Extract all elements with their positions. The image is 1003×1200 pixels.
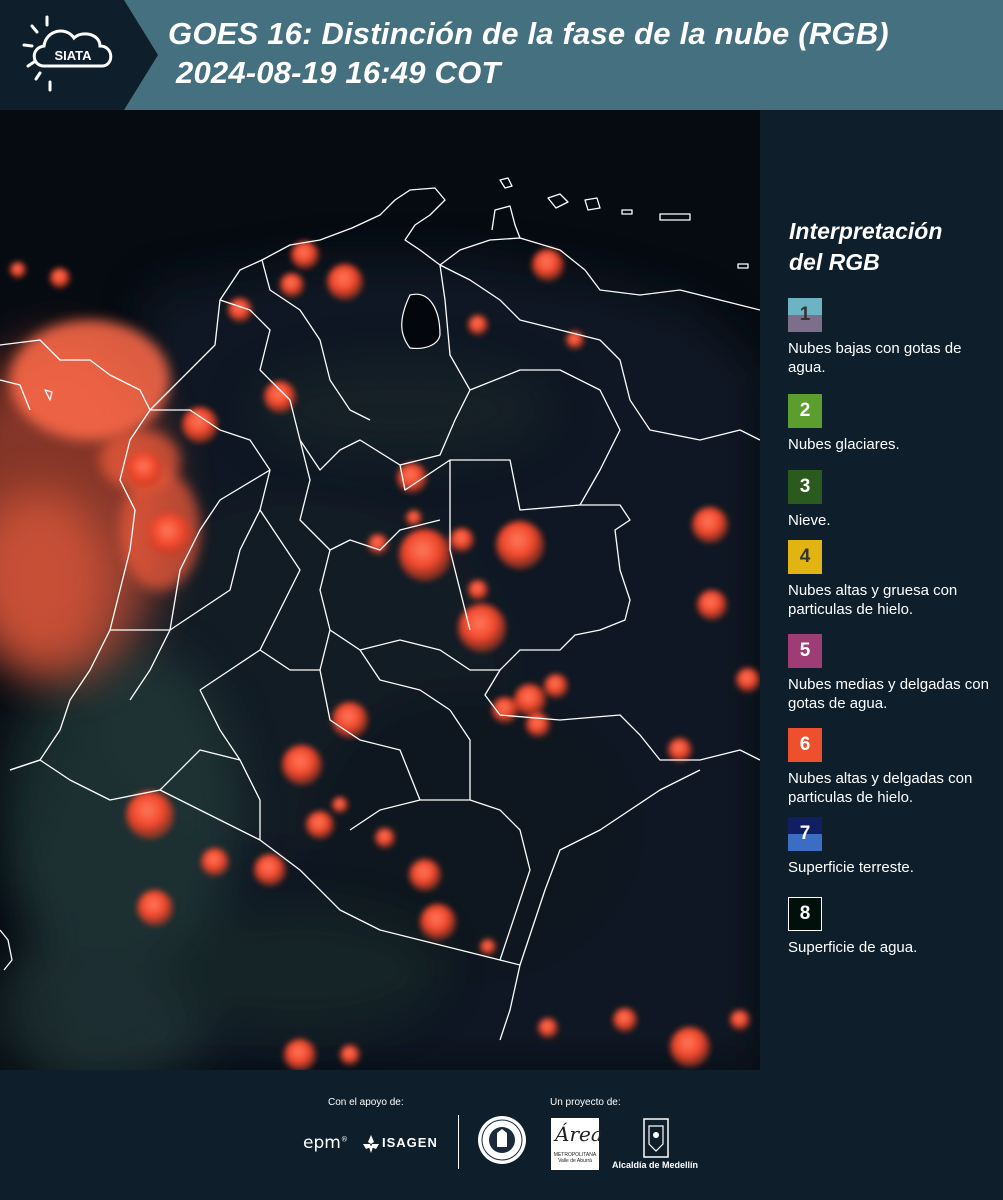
legend-item: 5 Nubes medias y delgadas con gotas de ag… (788, 634, 1003, 713)
legend-swatch: 4 (788, 540, 822, 574)
legend-item: 3 Nieve. (788, 470, 1003, 530)
legend-item: 1 Nubes bajas con gotas de agua. (788, 298, 1003, 377)
legend-description: Nubes glaciares. (788, 436, 900, 453)
title-line-2: 2024-08-19 16:49 COT (176, 55, 501, 90)
area-metropolitana-logo: Área METROPOLITANA Valle de Aburrá (551, 1118, 603, 1170)
legend-description: Nubes medias y delgadas con gotas de agu… (788, 676, 989, 712)
legend-description: Nubes altas y delgadas con particulas de… (788, 770, 973, 806)
legend-swatch: 1 (788, 298, 822, 332)
legend-item: 4 Nubes altas y gruesa con particulas de … (788, 540, 1003, 619)
siata-logo-text: SIATA (54, 48, 92, 63)
legend-number: 4 (799, 546, 811, 567)
legend-swatch: 8 (788, 897, 822, 931)
legend-description: Nubes altas y gruesa con particulas de h… (788, 582, 958, 618)
header: SIATA GOES 16: Distinción de la fase de … (0, 0, 1003, 110)
page-title: GOES 16: Distinción de la fase de la nub… (168, 14, 998, 92)
legend-swatch: 5 (788, 634, 822, 668)
satellite-map (0, 110, 760, 1070)
support-label: Con el apoyo de: (328, 1097, 404, 1108)
legend-item: 7 Superficie terreste. (788, 817, 1003, 877)
legend-item: 8 Superficie de agua. (788, 897, 1003, 957)
alcaldia-shield-icon (643, 1118, 669, 1158)
legend-number: 3 (799, 476, 811, 497)
legend-description: Superficie terreste. (788, 859, 914, 876)
alcaldia-logo-text: Alcaldía de Medellín (612, 1160, 699, 1170)
legend-panel: Interpretación del RGB 1 Nubes bajas con … (760, 110, 1003, 1070)
legend-description: Superficie de agua. (788, 939, 918, 956)
area-logo-name: Área (555, 1122, 603, 1146)
legend-number: 5 (799, 640, 811, 661)
legend-number: 8 (799, 903, 811, 924)
isagen-logo-text: ISAGEN (382, 1135, 438, 1150)
legend-number: 1 (799, 304, 811, 325)
epm-logo-text: epm (303, 1133, 341, 1153)
legend-number: 2 (799, 400, 811, 421)
area-logo-sub: METROPOLITANA Valle de Aburrá (553, 1152, 597, 1164)
legend-number: 6 (799, 734, 811, 755)
legend-swatch: 7 (788, 817, 822, 851)
legend-description: Nubes bajas con gotas de agua. (788, 340, 962, 376)
legend-swatch: 6 (788, 728, 822, 762)
legend-title-line-2: del RGB (789, 249, 880, 275)
university-seal-icon (478, 1116, 526, 1164)
footer: Con el apoyo de: Un proyecto de: epm® IS… (0, 1070, 1003, 1200)
epm-logo: epm® (303, 1133, 348, 1153)
title-line-1: GOES 16: Distinción de la fase de la nub… (168, 16, 889, 51)
siata-logo: SIATA (0, 0, 160, 110)
legend-swatch: 2 (788, 394, 822, 428)
legend-number: 7 (799, 823, 811, 844)
legend-item: 6 Nubes altas y delgadas con particulas d… (788, 728, 1003, 807)
legend-title: Interpretación del RGB (789, 216, 989, 278)
legend-swatch: 3 (788, 470, 822, 504)
isagen-icon (363, 1135, 379, 1153)
legend-title-line-1: Interpretación (789, 218, 943, 244)
footer-divider (458, 1115, 459, 1169)
legend-item: 2 Nubes glaciares. (788, 394, 1003, 454)
legend-description: Nieve. (788, 512, 831, 529)
project-label: Un proyecto de: (550, 1097, 621, 1108)
epm-logo-mark: ® (340, 1135, 348, 1144)
